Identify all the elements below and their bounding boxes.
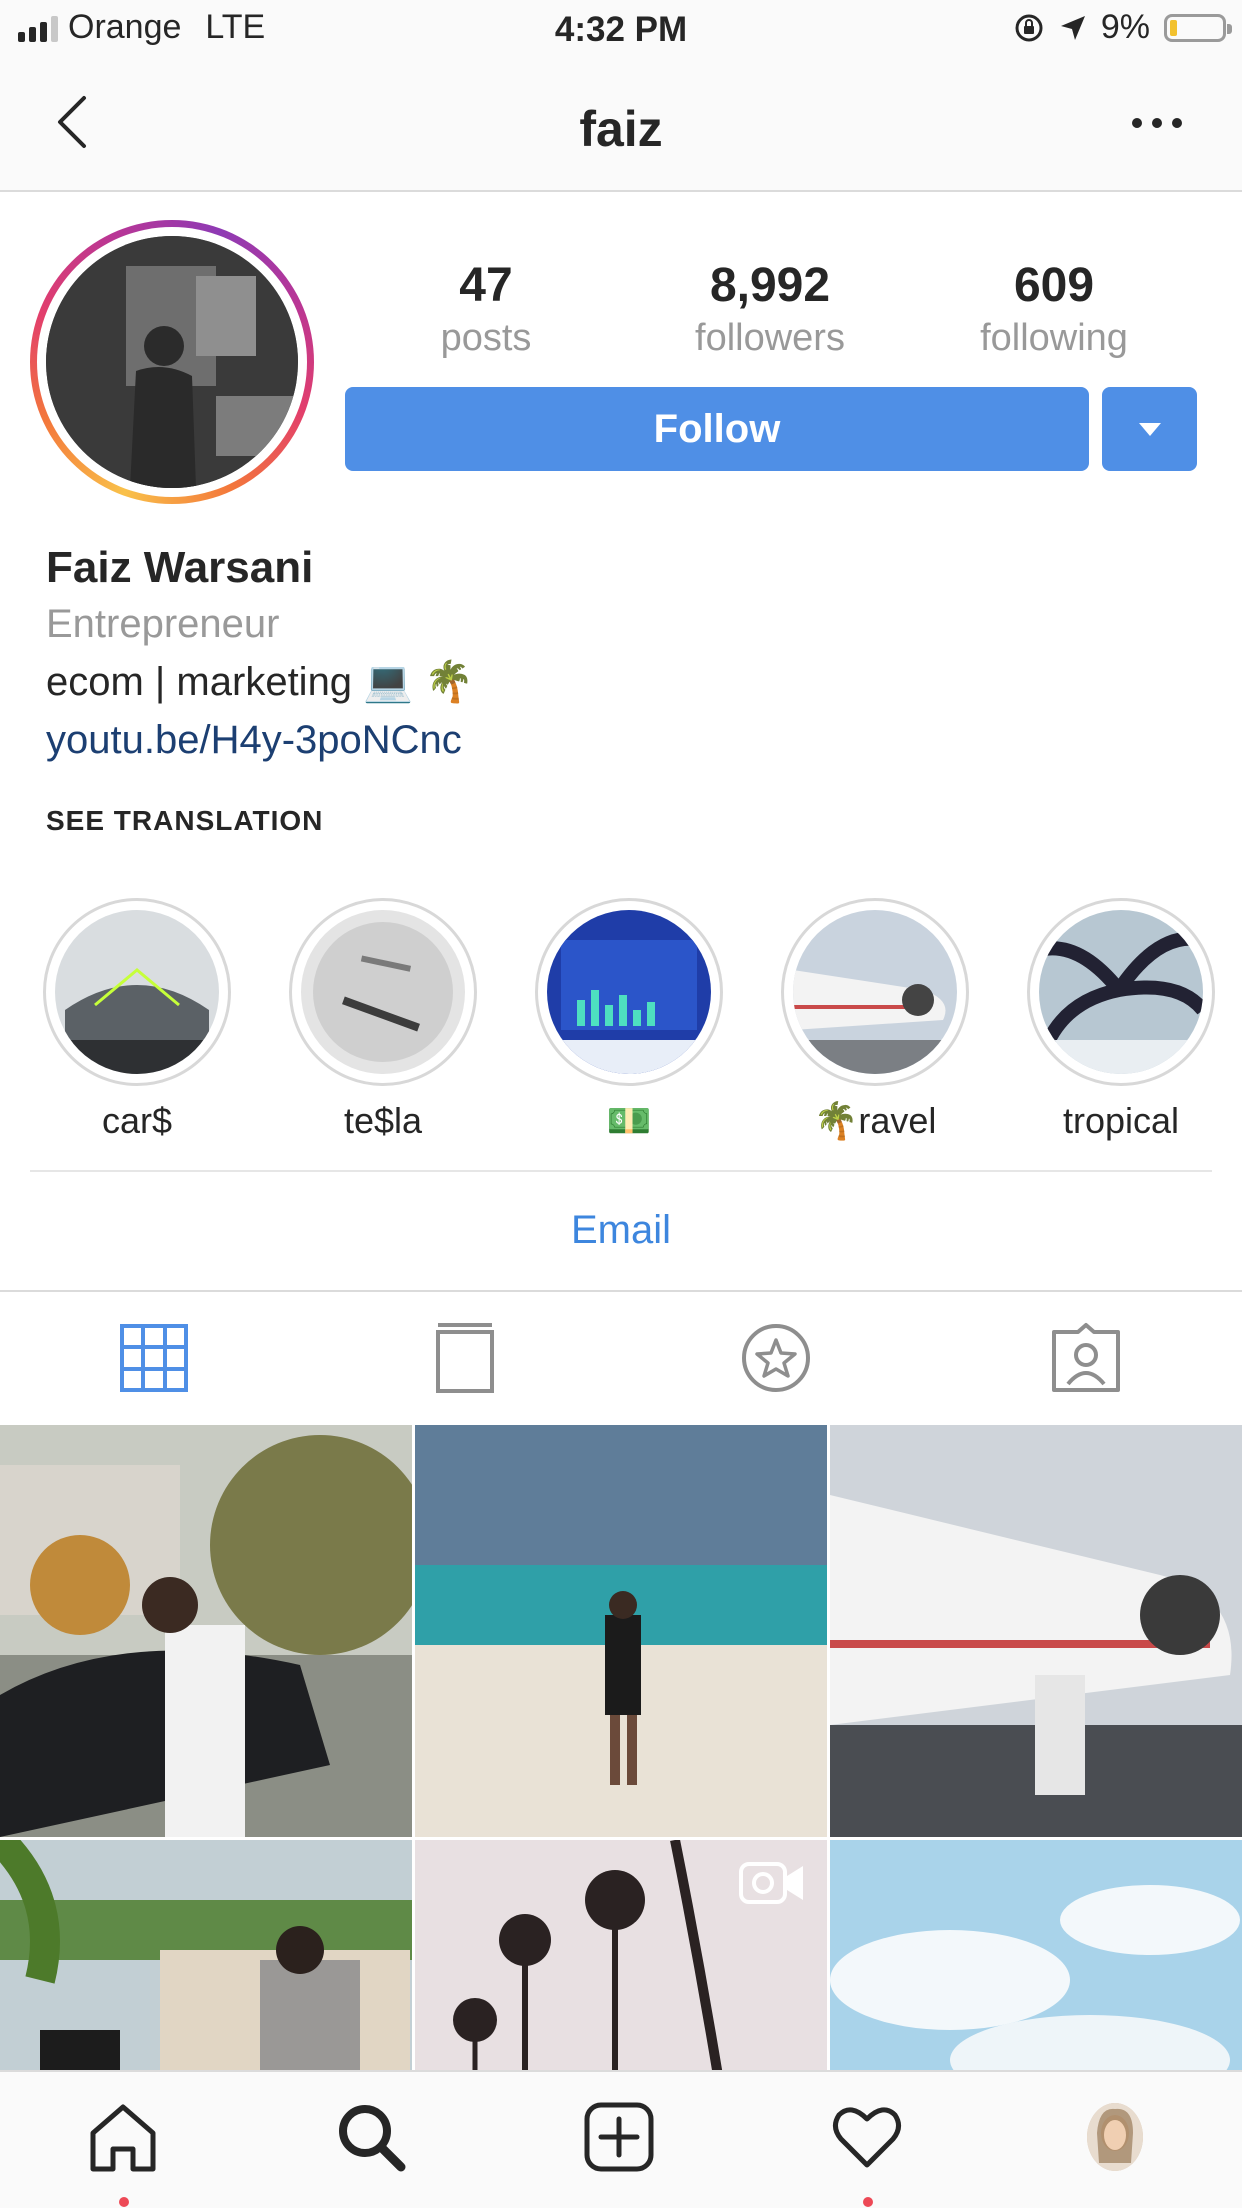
nav-profile[interactable] xyxy=(1070,2092,1160,2182)
highlight-thumbnail xyxy=(55,910,219,1074)
followers-label: followers xyxy=(695,317,845,359)
suggested-accounts-button[interactable] xyxy=(1102,387,1197,471)
star-icon xyxy=(742,1324,810,1392)
profile-avatar-small xyxy=(1087,2103,1143,2171)
stat-followers[interactable]: 8,992 followers xyxy=(650,258,890,360)
tab-saved[interactable] xyxy=(736,1318,816,1398)
profile-name: Faiz Warsani xyxy=(46,543,314,592)
heart-icon xyxy=(833,2107,901,2168)
profile-category: Entrepreneur xyxy=(46,602,280,646)
nav-activity[interactable] xyxy=(822,2092,912,2182)
nav-home[interactable] xyxy=(78,2092,168,2182)
highlight-thumbnail xyxy=(793,910,957,1074)
following-label: following xyxy=(980,317,1128,359)
post-thumbnail[interactable] xyxy=(0,1425,412,1837)
highlight-thumbnail xyxy=(547,910,711,1074)
location-icon xyxy=(1060,15,1085,40)
nav-search[interactable] xyxy=(326,2092,416,2182)
bottom-tab-bar xyxy=(0,2070,1242,2208)
battery-icon xyxy=(1164,13,1232,42)
tagged-icon xyxy=(1052,1323,1120,1392)
profile-bio: ecom | marketing 💻 🌴 xyxy=(46,660,474,704)
igtv-icon xyxy=(436,1323,494,1393)
highlight-tropical[interactable]: tropical xyxy=(1021,898,1221,1142)
notification-dot xyxy=(863,2197,873,2207)
stat-following[interactable]: 609 following xyxy=(934,258,1174,360)
grid-icon xyxy=(120,1324,188,1392)
highlight-thumbnail xyxy=(1039,910,1203,1074)
highlight-label: 🌴ravel xyxy=(813,1100,937,1141)
highlight-label: car$ xyxy=(101,1100,173,1141)
nav-bar: faiz xyxy=(0,62,1242,192)
divider xyxy=(30,1170,1212,1172)
add-icon xyxy=(584,2102,654,2172)
post-thumbnail[interactable] xyxy=(0,1840,412,2070)
search-icon xyxy=(339,2105,406,2172)
divider xyxy=(0,1290,1242,1292)
status-right: 9% xyxy=(1013,8,1232,47)
post-thumbnail[interactable] xyxy=(415,1425,827,1837)
highlight-label: te$la xyxy=(343,1100,423,1141)
following-count: 609 xyxy=(1013,259,1095,312)
profile-link[interactable]: youtu.be/H4y-3poNCnc xyxy=(46,718,462,763)
email-button[interactable]: Email xyxy=(0,1208,1242,1253)
post-thumbnail[interactable] xyxy=(415,1840,827,2070)
posts-count: 47 xyxy=(459,259,513,312)
highlight-money[interactable]: 💵 xyxy=(529,898,729,1142)
home-icon xyxy=(90,2104,156,2172)
tab-tagged[interactable] xyxy=(1046,1318,1126,1398)
post-thumbnail[interactable] xyxy=(830,1840,1242,2070)
profile-avatar[interactable] xyxy=(30,220,314,504)
posts-label: posts xyxy=(440,317,532,359)
battery-percent: 9% xyxy=(1100,8,1150,46)
highlight-label: 💵 xyxy=(606,1100,652,1141)
orientation-lock-icon xyxy=(1015,14,1043,41)
status-bar: Orange LTE 4:32 PM 9% xyxy=(0,0,1242,62)
follow-button[interactable]: Follow xyxy=(345,387,1089,471)
tab-grid[interactable] xyxy=(114,1318,194,1398)
chevron-down-icon xyxy=(1138,422,1161,436)
highlight-cars[interactable]: car$ xyxy=(37,898,237,1142)
highlight-travel[interactable]: 🌴ravel xyxy=(775,898,975,1142)
notification-dot xyxy=(119,2197,129,2207)
stat-posts[interactable]: 47 posts xyxy=(366,258,606,360)
more-options-button[interactable] xyxy=(1132,118,1182,128)
see-translation-button[interactable]: SEE TRANSLATION xyxy=(46,805,323,837)
highlight-label: tropical xyxy=(1062,1100,1180,1141)
tab-igtv[interactable] xyxy=(425,1318,505,1398)
video-icon xyxy=(739,1862,803,1904)
highlight-thumbnail xyxy=(301,910,465,1074)
highlight-tesla[interactable]: te$la xyxy=(283,898,483,1142)
post-thumbnail[interactable] xyxy=(830,1425,1242,1837)
page-title: faiz xyxy=(579,101,663,157)
followers-count: 8,992 xyxy=(709,259,831,312)
nav-new-post[interactable] xyxy=(574,2092,664,2182)
posts-grid xyxy=(0,1425,1242,2070)
